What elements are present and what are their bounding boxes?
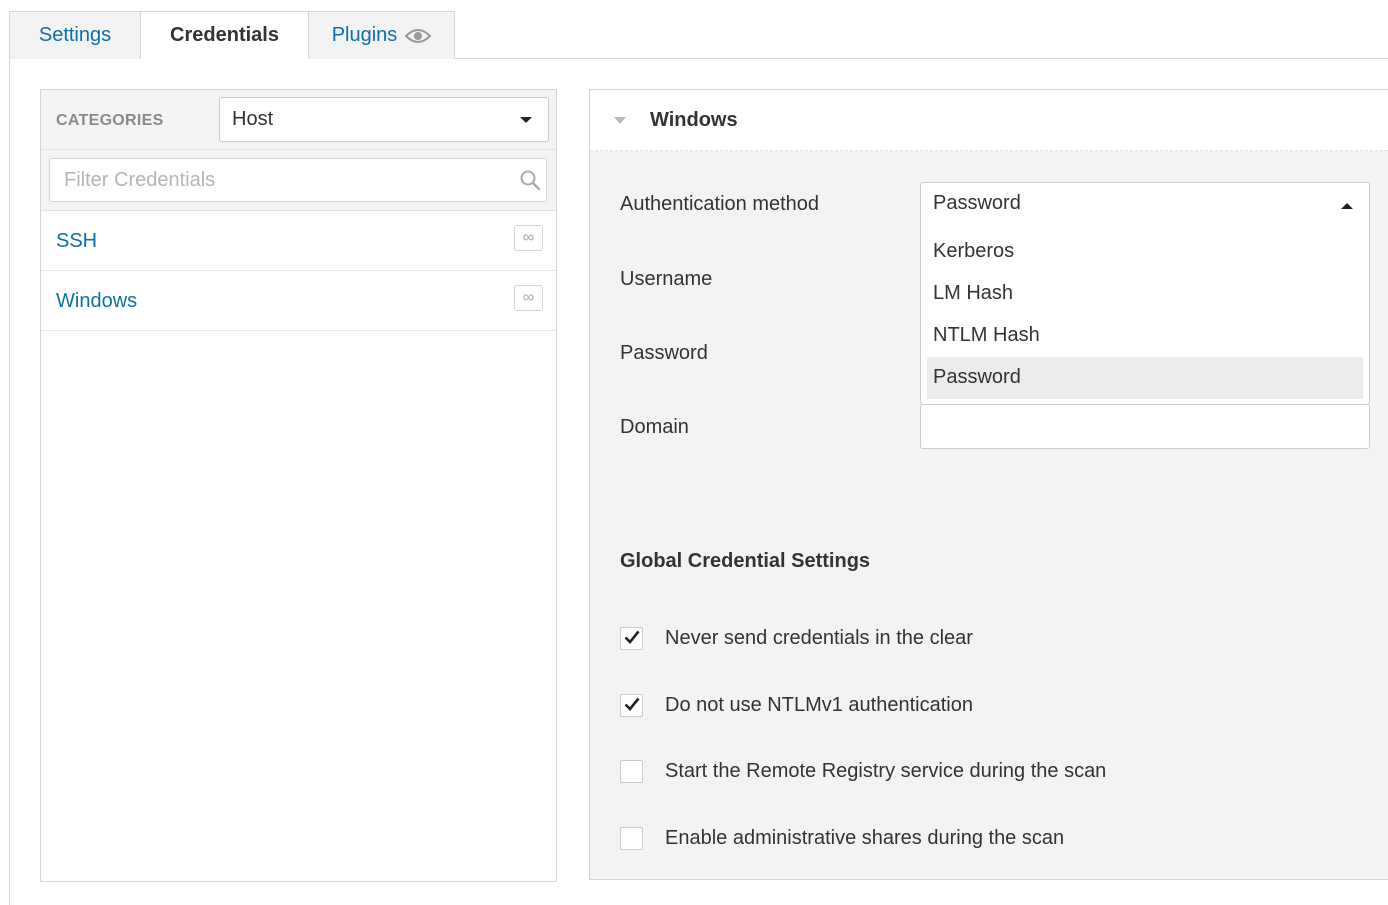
- tab-credentials[interactable]: Credentials: [140, 11, 309, 59]
- admin-shares-label: Enable administrative shares during the …: [665, 827, 1065, 849]
- no-ntlmv1-checkbox[interactable]: [620, 694, 643, 717]
- tab-plugins-label: Plugins: [331, 24, 398, 46]
- domain-field[interactable]: [920, 404, 1370, 449]
- remote-registry-checkbox[interactable]: [620, 760, 643, 783]
- windows-credential-panel: Windows Authentication method Username P…: [589, 89, 1388, 880]
- category-select-value: Host: [232, 108, 274, 130]
- collapse-caret-icon[interactable]: [614, 117, 626, 124]
- auth-method-current[interactable]: Password: [921, 183, 1369, 225]
- categories-label: CATEGORIES: [56, 112, 164, 129]
- auth-option-lm-hash[interactable]: LM Hash: [927, 273, 1363, 315]
- never-send-clear-checkbox[interactable]: [620, 627, 643, 650]
- chevron-up-icon: [1341, 203, 1353, 209]
- tab-plugins[interactable]: Plugins: [308, 11, 455, 59]
- credential-item-windows[interactable]: Windows ∞: [41, 271, 556, 331]
- windows-section-header[interactable]: Windows: [590, 90, 1388, 151]
- eye-icon[interactable]: [405, 28, 432, 44]
- credential-item-ssh[interactable]: SSH ∞: [41, 211, 556, 271]
- windows-section-title: Windows: [650, 109, 738, 131]
- auth-option-ntlm-hash[interactable]: NTLM Hash: [927, 315, 1363, 357]
- category-select[interactable]: Host: [219, 97, 549, 142]
- checkmark-icon: [624, 697, 640, 711]
- no-ntlmv1-label: Do not use NTLMv1 authentication: [665, 694, 973, 716]
- remote-registry-label: Start the Remote Registry service during…: [665, 760, 1107, 782]
- filter-container: [41, 150, 556, 211]
- never-send-clear-label: Never send credentials in the clear: [665, 627, 973, 649]
- search-icon[interactable]: [520, 170, 541, 195]
- username-label: Username: [620, 268, 713, 290]
- auth-option-kerberos[interactable]: Kerberos: [927, 231, 1363, 273]
- tab-credentials-label: Credentials: [170, 24, 279, 46]
- global-settings-title: Global Credential Settings: [620, 550, 871, 572]
- chevron-down-icon: [520, 117, 532, 123]
- categories-header: CATEGORIES Host: [41, 90, 556, 150]
- auth-method-value: Password: [933, 192, 1021, 214]
- tab-settings[interactable]: Settings: [9, 11, 141, 59]
- infinity-icon: ∞: [514, 285, 543, 311]
- domain-label: Domain: [620, 416, 689, 438]
- tab-settings-label: Settings: [38, 24, 112, 46]
- auth-method-select[interactable]: Password Kerberos LM Hash NTLM Hash Pass…: [920, 182, 1370, 405]
- auth-method-label: Authentication method: [620, 193, 820, 215]
- infinity-icon: ∞: [514, 225, 543, 251]
- credentials-sidebar: CATEGORIES Host SSH ∞ Windows ∞: [40, 89, 557, 882]
- credential-item-label: SSH: [56, 230, 98, 252]
- filter-credentials-input[interactable]: [49, 158, 547, 202]
- auth-option-password[interactable]: Password: [927, 357, 1363, 399]
- admin-shares-checkbox[interactable]: [620, 827, 643, 850]
- password-label: Password: [620, 342, 708, 364]
- checkmark-icon: [624, 630, 640, 644]
- credential-item-label: Windows: [56, 290, 138, 312]
- tab-bar: Settings Credentials Plugins: [0, 0, 1388, 59]
